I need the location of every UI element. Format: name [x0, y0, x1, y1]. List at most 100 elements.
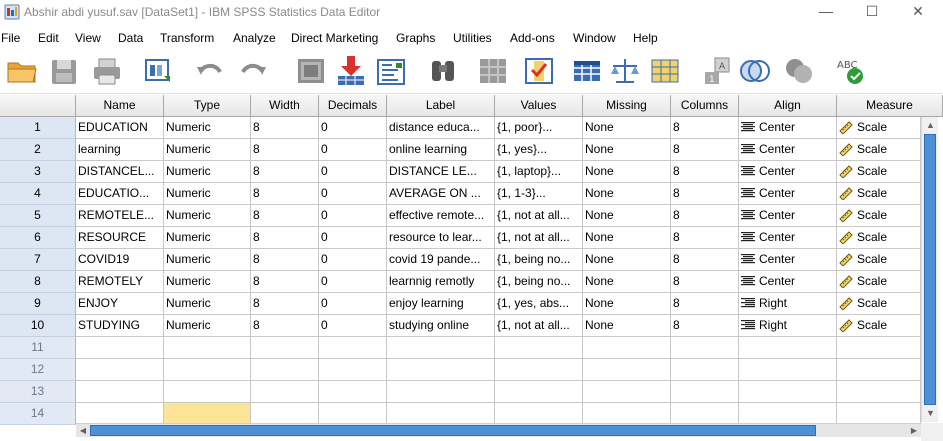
cell-label-empty[interactable] [387, 359, 495, 381]
goto-variable-icon[interactable] [334, 54, 368, 88]
row-header[interactable]: 10 [0, 315, 76, 337]
cell-type[interactable]: Numeric [164, 205, 251, 227]
column-header-name[interactable]: Name [76, 95, 164, 117]
undo-icon[interactable] [193, 54, 227, 88]
cell-label-empty[interactable] [387, 381, 495, 403]
cell-decimals-empty[interactable] [319, 359, 387, 381]
open-folder-icon[interactable] [5, 54, 39, 88]
select-cases-icon[interactable] [648, 54, 682, 88]
cell-name-empty[interactable] [76, 381, 164, 403]
cell-label[interactable]: studying online [387, 315, 495, 337]
cell-values[interactable]: {1, yes}... [495, 139, 583, 161]
cell-decimals-empty[interactable] [319, 381, 387, 403]
cell-columns-empty[interactable] [671, 359, 739, 381]
cell-name-empty[interactable] [76, 403, 164, 425]
cell-missing[interactable]: None [583, 205, 671, 227]
menu-direct-marketing[interactable]: Direct Marketing [291, 31, 378, 45]
cell-label-empty[interactable] [387, 403, 495, 425]
cell-name[interactable]: ENJOY [76, 293, 164, 315]
cell-missing[interactable]: None [583, 315, 671, 337]
cell-type[interactable]: Numeric [164, 271, 251, 293]
cell-name-empty[interactable] [76, 337, 164, 359]
cell-width[interactable]: 8 [251, 227, 319, 249]
show-all-variables-icon[interactable] [782, 54, 816, 88]
row-header[interactable]: 5 [0, 205, 76, 227]
cell-values[interactable]: {1, being no... [495, 271, 583, 293]
cell-measure[interactable]: Scale [837, 271, 921, 293]
cell-type-empty[interactable] [164, 359, 251, 381]
cell-align-empty[interactable] [739, 337, 837, 359]
cell-type[interactable]: Numeric [164, 139, 251, 161]
print-icon[interactable] [90, 54, 124, 88]
cell-decimals[interactable]: 0 [319, 315, 387, 337]
cell-type-empty[interactable] [164, 337, 251, 359]
minimize-button[interactable]: — [803, 0, 849, 24]
cell-name[interactable]: RESOURCE [76, 227, 164, 249]
cell-columns[interactable]: 8 [671, 293, 739, 315]
cell-decimals[interactable]: 0 [319, 205, 387, 227]
scroll-up-arrow-icon[interactable]: ▲ [922, 117, 939, 134]
cell-name-empty[interactable] [76, 359, 164, 381]
cell-type[interactable]: Numeric [164, 117, 251, 139]
cell-missing[interactable]: None [583, 227, 671, 249]
cell-missing[interactable]: None [583, 293, 671, 315]
cell-align[interactable]: Center [739, 183, 837, 205]
cell-measure[interactable]: Scale [837, 205, 921, 227]
horizontal-scroll-thumb[interactable] [90, 425, 816, 436]
insert-cases-icon[interactable] [476, 54, 510, 88]
cell-values[interactable]: {1, not at all... [495, 315, 583, 337]
cell-values-empty[interactable] [495, 337, 583, 359]
cell-values[interactable]: {1, being no... [495, 249, 583, 271]
cell-type[interactable]: Numeric [164, 227, 251, 249]
cell-columns[interactable]: 8 [671, 227, 739, 249]
row-header[interactable]: 4 [0, 183, 76, 205]
find-icon[interactable] [426, 54, 460, 88]
cell-width[interactable]: 8 [251, 161, 319, 183]
cell-align[interactable]: Right [739, 315, 837, 337]
column-header-align[interactable]: Align [739, 95, 837, 117]
cell-decimals-empty[interactable] [319, 403, 387, 425]
cell-label[interactable]: distance educa... [387, 117, 495, 139]
cell-name[interactable]: COVID19 [76, 249, 164, 271]
cell-missing[interactable]: None [583, 139, 671, 161]
menu-window[interactable]: Window [573, 31, 616, 45]
cell-columns[interactable]: 8 [671, 271, 739, 293]
cell-measure[interactable]: Scale [837, 117, 921, 139]
cell-columns[interactable]: 8 [671, 249, 739, 271]
menu-view[interactable]: View [75, 31, 101, 45]
cell-align[interactable]: Center [739, 205, 837, 227]
row-header[interactable]: 7 [0, 249, 76, 271]
cell-columns-empty[interactable] [671, 403, 739, 425]
column-header-width[interactable]: Width [251, 95, 319, 117]
cell-name[interactable]: REMOTELY [76, 271, 164, 293]
cell-type-empty[interactable] [164, 403, 251, 425]
cell-align[interactable]: Center [739, 139, 837, 161]
close-button[interactable]: ✕ [895, 0, 941, 24]
cell-decimals-empty[interactable] [319, 337, 387, 359]
cell-name[interactable]: REMOTELE... [76, 205, 164, 227]
cell-measure[interactable]: Scale [837, 183, 921, 205]
cell-align-empty[interactable] [739, 403, 837, 425]
cell-measure[interactable]: Scale [837, 161, 921, 183]
horizontal-scrollbar[interactable]: ◀ ▶ [76, 423, 921, 437]
scroll-left-arrow-icon[interactable]: ◀ [76, 424, 90, 437]
cell-type[interactable]: Numeric [164, 161, 251, 183]
cell-values-empty[interactable] [495, 403, 583, 425]
cell-values-empty[interactable] [495, 359, 583, 381]
cell-missing-empty[interactable] [583, 337, 671, 359]
cell-label[interactable]: effective remote... [387, 205, 495, 227]
cell-width[interactable]: 8 [251, 293, 319, 315]
cell-label[interactable]: learnnig remotly [387, 271, 495, 293]
cell-label[interactable]: DISTANCE LE... [387, 161, 495, 183]
save-icon[interactable] [47, 54, 81, 88]
row-header[interactable]: 13 [0, 381, 76, 403]
cell-align[interactable]: Right [739, 293, 837, 315]
cell-decimals[interactable]: 0 [319, 183, 387, 205]
row-header[interactable]: 12 [0, 359, 76, 381]
cell-missing[interactable]: None [583, 161, 671, 183]
cell-columns[interactable]: 8 [671, 117, 739, 139]
cell-measure[interactable]: Scale [837, 139, 921, 161]
cell-align-empty[interactable] [739, 381, 837, 403]
cell-type[interactable]: Numeric [164, 249, 251, 271]
redo-icon[interactable] [236, 54, 270, 88]
